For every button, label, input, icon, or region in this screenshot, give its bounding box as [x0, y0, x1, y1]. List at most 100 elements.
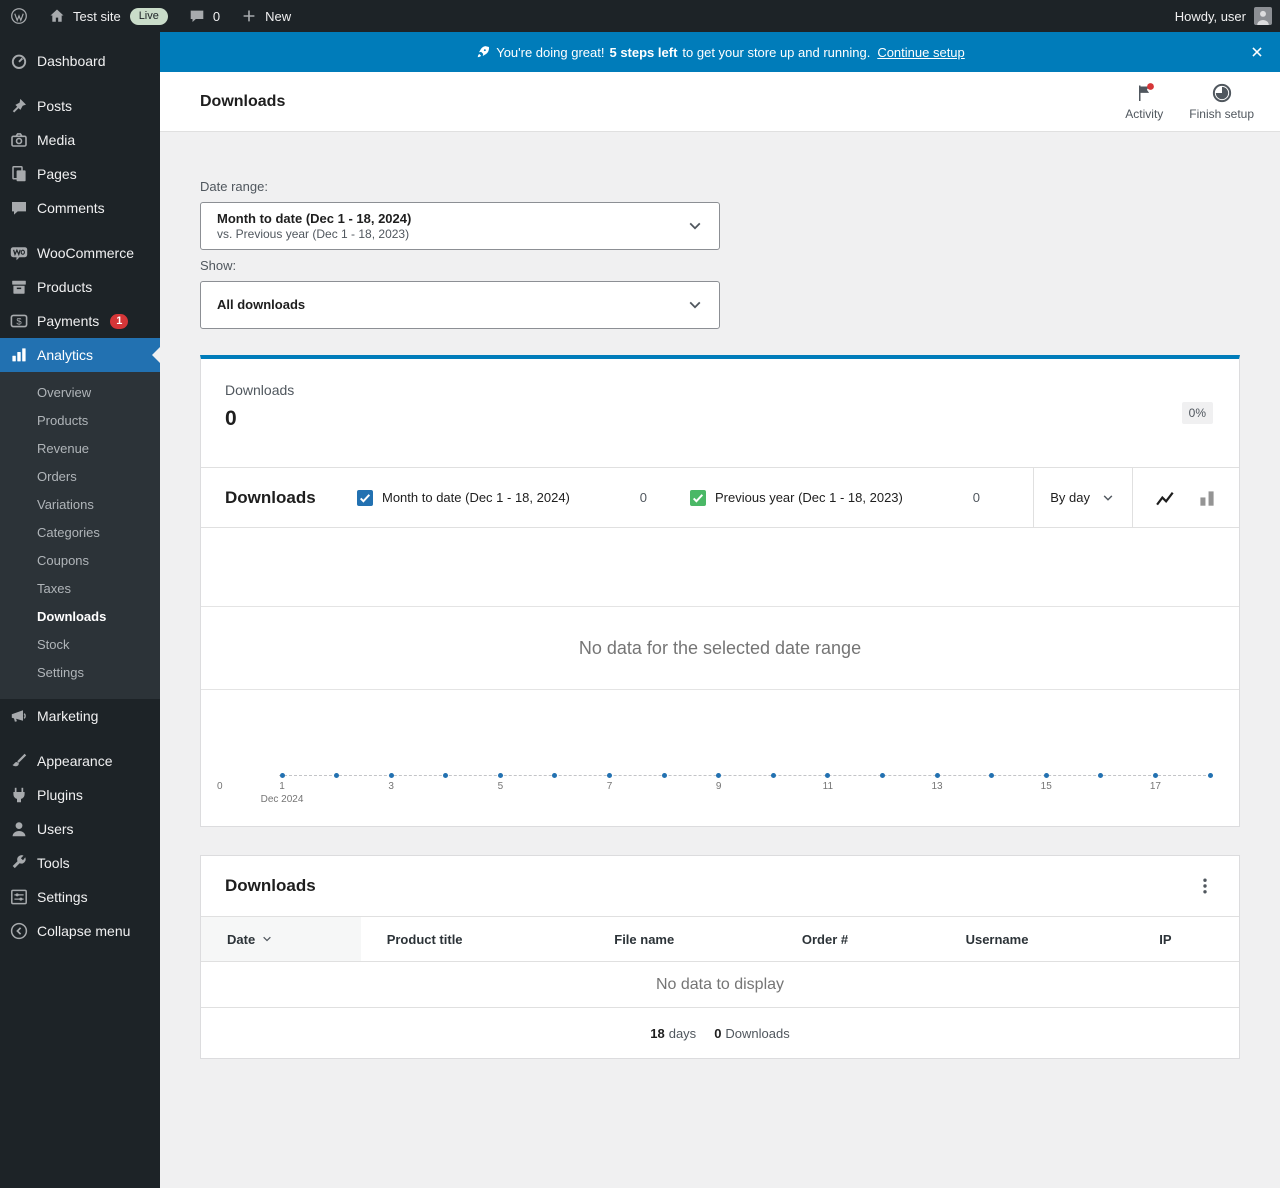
- sidebar-item-tools[interactable]: Tools: [0, 846, 160, 880]
- chart-data-point: [1207, 772, 1213, 778]
- submenu-item-taxes[interactable]: Taxes: [0, 575, 160, 603]
- menu-separator: [0, 733, 160, 744]
- line-chart-icon: [1154, 487, 1176, 509]
- table-header-row: Date Product title File name Order # Usernam…: [201, 916, 1239, 962]
- sidebar-item-marketing[interactable]: Marketing: [0, 699, 160, 733]
- checkbox-checked-icon[interactable]: [357, 489, 373, 506]
- sidebar-item-label: Collapse menu: [37, 923, 131, 939]
- sidebar-item-label: Settings: [37, 889, 88, 905]
- appearance-icon: [9, 751, 29, 771]
- submenu-item-downloads[interactable]: Downloads: [0, 603, 160, 631]
- wordpress-menu-button[interactable]: [0, 0, 38, 32]
- sidebar-item-label: WooCommerce: [37, 245, 134, 261]
- x-axis-tick-label: 15: [1040, 781, 1052, 792]
- column-header-ip[interactable]: IP: [1133, 917, 1239, 961]
- new-content-button[interactable]: New: [230, 0, 301, 32]
- column-header-product-title[interactable]: Product title: [361, 917, 589, 961]
- column-header-username[interactable]: Username: [940, 917, 1134, 961]
- sidebar-item-label: Products: [37, 279, 93, 295]
- sidebar-item-analytics[interactable]: Analytics: [0, 338, 160, 372]
- chart-body: No data for the selected date range 0 1D…: [201, 528, 1239, 826]
- chart-data-point: [334, 772, 340, 778]
- submenu-item-categories[interactable]: Categories: [0, 519, 160, 547]
- sidebar-item-label: Marketing: [37, 708, 99, 724]
- footer-days-value: 18: [650, 1025, 665, 1041]
- chevron-down-icon: [1100, 490, 1116, 506]
- show-select[interactable]: All downloads: [200, 281, 720, 329]
- submenu-item-variations[interactable]: Variations: [0, 491, 160, 519]
- chart-data-point: [934, 772, 940, 778]
- sidebar-item-payments[interactable]: $ Payments 1: [0, 304, 160, 338]
- rocket-icon: [475, 44, 491, 60]
- legend-series-value: 0: [972, 490, 980, 505]
- column-header-order[interactable]: Order #: [776, 917, 940, 961]
- collapse-icon: [9, 921, 29, 941]
- submenu-item-products[interactable]: Products: [0, 407, 160, 435]
- sidebar-item-plugins[interactable]: Plugins: [0, 778, 160, 812]
- submenu-item-overview[interactable]: Overview: [0, 379, 160, 407]
- sidebar-item-posts[interactable]: Posts: [0, 89, 160, 123]
- chart-data-point: [1098, 772, 1104, 778]
- submenu-item-stock[interactable]: Stock: [0, 631, 160, 659]
- chart-data-point: [388, 772, 394, 778]
- new-label: New: [265, 8, 292, 24]
- close-banner-icon[interactable]: [1248, 43, 1266, 61]
- date-range-select[interactable]: Month to date (Dec 1 - 18, 2024) vs. Pre…: [200, 202, 720, 250]
- banner-message-suffix: to get your store up and running.: [682, 44, 871, 60]
- sidebar-item-woocommerce[interactable]: WooCommerce: [0, 236, 160, 270]
- sidebar-item-label: Tools: [37, 855, 70, 871]
- sidebar-item-label: Pages: [37, 166, 77, 182]
- x-axis-month-label: Dec 2024: [260, 794, 304, 805]
- line-chart-button[interactable]: [1147, 480, 1183, 516]
- table-empty-message: No data to display: [201, 962, 1239, 1008]
- summary-delta-badge: 0%: [1181, 402, 1213, 424]
- sidebar-item-media[interactable]: Media: [0, 123, 160, 157]
- bar-chart-button[interactable]: [1189, 480, 1225, 516]
- sidebar-item-pages[interactable]: Pages: [0, 157, 160, 191]
- ellipsis-menu-button[interactable]: [1185, 866, 1225, 906]
- activity-button[interactable]: Activity: [1125, 82, 1163, 121]
- legend-series-label: Previous year (Dec 1 - 18, 2023): [715, 490, 903, 505]
- submenu-item-orders[interactable]: Orders: [0, 463, 160, 491]
- chart-data-point: [879, 772, 885, 778]
- sidebar-item-users[interactable]: Users: [0, 812, 160, 846]
- finish-setup-button[interactable]: Finish setup: [1189, 82, 1254, 121]
- comments-link[interactable]: 0: [178, 0, 230, 32]
- chart-header: Downloads Month to date (Dec 1 - 18, 202…: [201, 468, 1239, 528]
- sidebar-item-label: Appearance: [37, 753, 113, 769]
- my-account-link[interactable]: Howdy, user: [1165, 0, 1280, 32]
- analytics-card: Downloads 0 0% Downloads Month to date (…: [200, 355, 1240, 827]
- howdy-text: Howdy, user: [1174, 8, 1246, 24]
- sidebar-item-appearance[interactable]: Appearance: [0, 744, 160, 778]
- sidebar-item-dashboard[interactable]: Dashboard: [0, 44, 160, 78]
- marketing-icon: [9, 706, 29, 726]
- submenu-item-coupons[interactable]: Coupons: [0, 547, 160, 575]
- chart-x-axis: 1 Dec 2024 3 5 7 9 11 13 15 17: [201, 528, 1239, 826]
- interval-select[interactable]: By day: [1033, 468, 1132, 527]
- date-range-compare: vs. Previous year (Dec 1 - 18, 2023): [217, 226, 410, 241]
- sort-desc-icon: [260, 932, 274, 946]
- sidebar-item-label: Media: [37, 132, 76, 148]
- sidebar-item-label: Plugins: [37, 787, 83, 803]
- site-name-link[interactable]: Test site Live: [38, 0, 178, 32]
- admin-bar: Test site Live 0 New Howdy, user: [0, 0, 1280, 32]
- column-header-file-name[interactable]: File name: [588, 917, 776, 961]
- legend-series-2[interactable]: Previous year (Dec 1 - 18, 2023) 0: [670, 468, 1003, 527]
- chart-data-point: [716, 772, 722, 778]
- continue-setup-link[interactable]: Continue setup: [877, 45, 964, 60]
- chart-title: Downloads: [225, 487, 316, 507]
- x-axis-tick-label: 17: [1149, 781, 1161, 792]
- setup-banner: You're doing great! 5 steps left to get …: [160, 32, 1280, 72]
- column-header-date[interactable]: Date: [201, 917, 361, 961]
- summary-tile-downloads[interactable]: Downloads 0 0%: [201, 359, 1239, 468]
- sidebar-item-settings[interactable]: Settings: [0, 880, 160, 914]
- checkbox-checked-icon[interactable]: [690, 489, 706, 506]
- sidebar-item-collapse-menu[interactable]: Collapse menu: [0, 914, 160, 948]
- wordpress-logo-icon: [10, 7, 28, 25]
- submenu-item-settings[interactable]: Settings: [0, 659, 160, 687]
- sidebar-item-products[interactable]: Products: [0, 270, 160, 304]
- submenu-item-revenue[interactable]: Revenue: [0, 435, 160, 463]
- legend-series-1[interactable]: Month to date (Dec 1 - 18, 2024) 0: [337, 468, 670, 527]
- sidebar-item-comments[interactable]: Comments: [0, 191, 160, 225]
- home-icon: [48, 7, 66, 25]
